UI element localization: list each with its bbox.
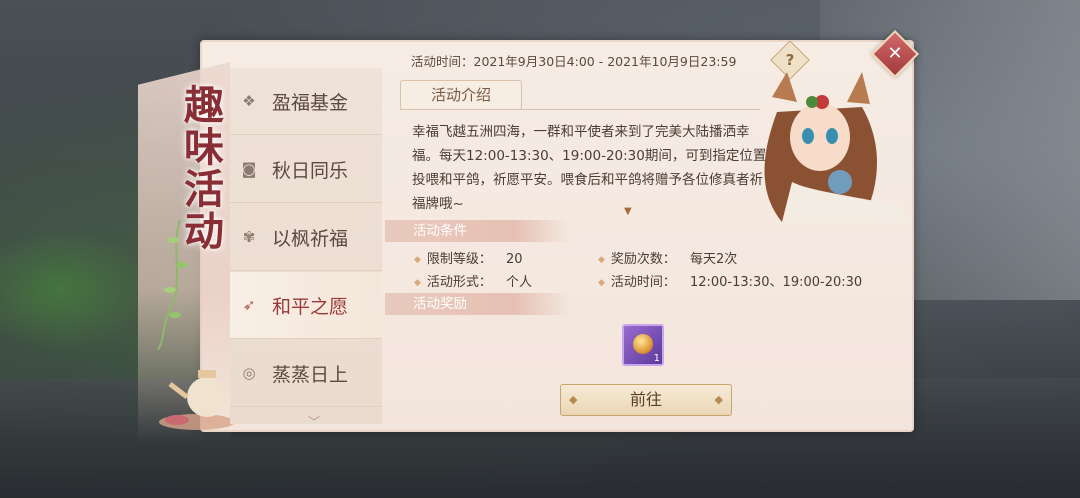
condition-count: ◆ 奖励次数： 每天2次	[598, 252, 738, 267]
reward-item-slot[interactable]: 1	[622, 324, 664, 366]
bullet-icon: ◆	[414, 254, 421, 265]
sidebar-item-peace[interactable]: ➶ 和平之愿	[230, 272, 382, 339]
vine-decoration	[157, 220, 188, 350]
activity-sidebar: ❖ 盈福基金 ◙ 秋日同乐 ✾ 以枫祈福 ➶ 和平之愿 ◎ 蒸蒸日上	[230, 68, 382, 424]
coin-icon: ❖	[242, 92, 256, 110]
intro-description: 幸福飞越五洲四海，一群和平使者来到了完美大陆播洒幸福。每天12:00-13:30…	[412, 124, 767, 212]
sidebar-item-label: 和平之愿	[272, 295, 349, 318]
rewards-header: 活动奖励	[385, 293, 570, 315]
sidebar-item-label: 蒸蒸日上	[272, 363, 349, 386]
sidebar-scroll-down-icon[interactable]: ﹀	[308, 413, 320, 430]
condition-time: ◆ 活动时间： 12:00-13:30、19:00-20:30	[598, 275, 863, 290]
divider	[400, 109, 760, 110]
tab-intro[interactable]: 活动介绍	[400, 80, 522, 110]
camera-icon: ◙	[241, 160, 257, 178]
sidebar-item-label: 秋日同乐	[272, 159, 349, 182]
go-button[interactable]: ◆ 前往 ◆	[560, 384, 732, 416]
text-scroll-down-icon[interactable]: ▼	[624, 206, 632, 217]
condition-level: ◆ 限制等级： 20	[414, 252, 523, 267]
background-grass	[0, 230, 150, 350]
bullet-icon: ◆	[598, 254, 605, 265]
close-icon: ✕	[887, 43, 903, 64]
reward-item-icon	[633, 334, 653, 354]
reward-item-count: 1	[653, 353, 660, 364]
condition-form: ◆ 活动形式： 个人	[414, 275, 532, 290]
dove-icon: ➶	[242, 296, 256, 314]
sidebar-item-fund[interactable]: ❖ 盈福基金	[230, 68, 382, 135]
conditions-header: 活动条件	[385, 220, 570, 242]
character-portrait	[764, 72, 912, 222]
help-icon: ?	[785, 51, 795, 69]
ornament-left-icon: ◆	[569, 393, 578, 406]
activity-time: 活动时间：2021年9月30日4:00 - 2021年10月9日23:59	[411, 54, 737, 69]
sidebar-item-autumn[interactable]: ◙ 秋日同乐	[230, 136, 382, 203]
bullet-icon: ◆	[598, 277, 605, 288]
bullet-icon: ◆	[414, 277, 421, 288]
sidebar-item-rising[interactable]: ◎ 蒸蒸日上	[230, 340, 382, 407]
ornament-right-icon: ◆	[714, 393, 723, 406]
maple-leaf-icon: ✾	[242, 228, 256, 246]
teapot-decoration	[159, 370, 235, 430]
go-button-label: 前往	[629, 390, 662, 409]
sidebar-item-label: 盈福基金	[272, 91, 349, 114]
sidebar-item-maple[interactable]: ✾ 以枫祈福	[230, 204, 382, 271]
ring-icon: ◎	[242, 364, 256, 382]
sidebar-item-label: 以枫祈福	[272, 227, 349, 250]
